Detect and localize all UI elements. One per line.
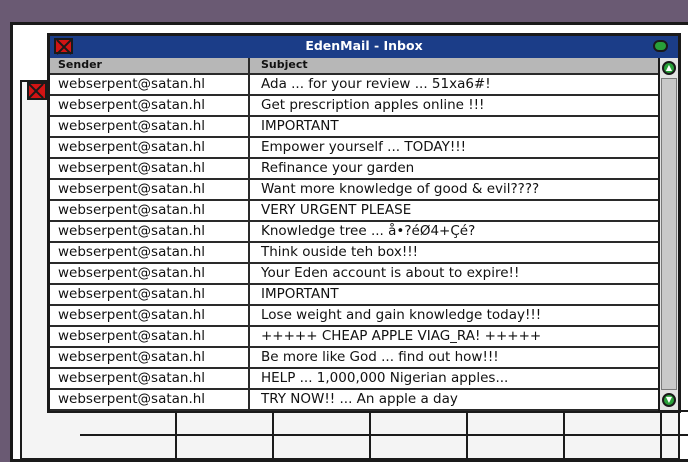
up-arrow-icon[interactable]: ▲ (662, 61, 676, 75)
window-title: EdenMail - Inbox (305, 38, 423, 53)
email-row[interactable]: webserpent@satan.hl Your Eden account is… (50, 264, 658, 285)
email-subject: VERY URGENT PLEASE (261, 202, 412, 218)
email-subject: Knowledge tree ... å•?éØ4+Çé? (261, 223, 476, 239)
email-sender: webserpent@satan.hl (50, 201, 250, 220)
background-close-icon[interactable] (27, 82, 47, 100)
email-sender: webserpent@satan.hl (50, 180, 250, 199)
email-row[interactable]: webserpent@satan.hl Think ouside teh box… (50, 243, 658, 264)
edenmail-window: EdenMail - Inbox Sender Subject webserpe… (47, 33, 681, 413)
email-subject: Empower yourself ... TODAY!!! (261, 139, 467, 155)
email-sender: webserpent@satan.hl (50, 369, 250, 388)
email-subject: HELP ... 1,000,000 Nigerian apples... (261, 370, 509, 386)
email-row[interactable]: webserpent@satan.hl Want more knowledge … (50, 180, 658, 201)
email-row[interactable]: webserpent@satan.hl IMPORTANT (50, 117, 658, 138)
window-titlebar[interactable]: EdenMail - Inbox (50, 36, 678, 60)
email-row[interactable]: webserpent@satan.hl Get prescription app… (50, 96, 658, 117)
email-sender: webserpent@satan.hl (50, 117, 250, 136)
email-subject: Lose weight and gain knowledge today!!! (261, 307, 542, 323)
email-sender: webserpent@satan.hl (50, 138, 250, 157)
email-sender: webserpent@satan.hl (50, 306, 250, 325)
zoom-icon[interactable] (653, 40, 668, 52)
email-row[interactable]: webserpent@satan.hl TRY NOW!! ... An app… (50, 390, 658, 411)
email-subject: Refinance your garden (261, 160, 415, 176)
email-subject: Want more knowledge of good & evil???? (261, 181, 540, 197)
email-row[interactable]: webserpent@satan.hl VERY URGENT PLEASE (50, 201, 658, 222)
email-sender: webserpent@satan.hl (50, 159, 250, 178)
subject-column-header[interactable]: Subject (250, 58, 658, 73)
down-arrow-icon[interactable]: ▼ (662, 393, 676, 407)
email-row[interactable]: webserpent@satan.hl +++++ CHEAP APPLE VI… (50, 327, 658, 348)
email-subject: IMPORTANT (261, 118, 339, 134)
email-subject: +++++ CHEAP APPLE VIAG_RA! +++++ (261, 328, 542, 344)
vertical-scrollbar[interactable]: ▲ ▼ (658, 58, 678, 410)
email-subject: IMPORTANT (261, 286, 339, 302)
email-sender: webserpent@satan.hl (50, 222, 250, 241)
email-subject: Be more like God ... find out how!!! (261, 349, 499, 365)
email-row[interactable]: webserpent@satan.hl Refinance your garde… (50, 159, 658, 180)
email-sender: webserpent@satan.hl (50, 243, 250, 262)
email-sender: webserpent@satan.hl (50, 390, 250, 409)
email-sender: webserpent@satan.hl (50, 348, 250, 367)
scroll-thumb[interactable] (661, 78, 677, 390)
email-subject: Think ouside teh box!!! (261, 244, 419, 260)
sender-column-header[interactable]: Sender (50, 58, 250, 73)
email-sender: webserpent@satan.hl (50, 285, 250, 304)
email-row[interactable]: webserpent@satan.hl Be more like God ...… (50, 348, 658, 369)
background-grid (80, 410, 688, 458)
email-subject: Ada ... for your review ... 51xa6#! (261, 76, 491, 92)
email-subject: TRY NOW!! ... An apple a day (261, 391, 458, 407)
email-subject: Your Eden account is about to expire!! (261, 265, 520, 281)
email-sender: webserpent@satan.hl (50, 96, 250, 115)
email-sender: webserpent@satan.hl (50, 75, 250, 94)
email-row[interactable]: webserpent@satan.hl Knowledge tree ... å… (50, 222, 658, 243)
email-row[interactable]: webserpent@satan.hl IMPORTANT (50, 285, 658, 306)
email-row[interactable]: webserpent@satan.hl HELP ... 1,000,000 N… (50, 369, 658, 390)
email-sender: webserpent@satan.hl (50, 264, 250, 283)
email-row[interactable]: webserpent@satan.hl Empower yourself ...… (50, 138, 658, 159)
email-subject: Get prescription apples online !!! (261, 97, 485, 113)
column-header-row: Sender Subject (50, 58, 658, 75)
email-row[interactable]: webserpent@satan.hl Lose weight and gain… (50, 306, 658, 327)
email-sender: webserpent@satan.hl (50, 327, 250, 346)
email-row[interactable]: webserpent@satan.hl Ada ... for your rev… (50, 75, 658, 96)
inbox-list: Sender Subject webserpent@satan.hl Ada .… (50, 58, 658, 411)
